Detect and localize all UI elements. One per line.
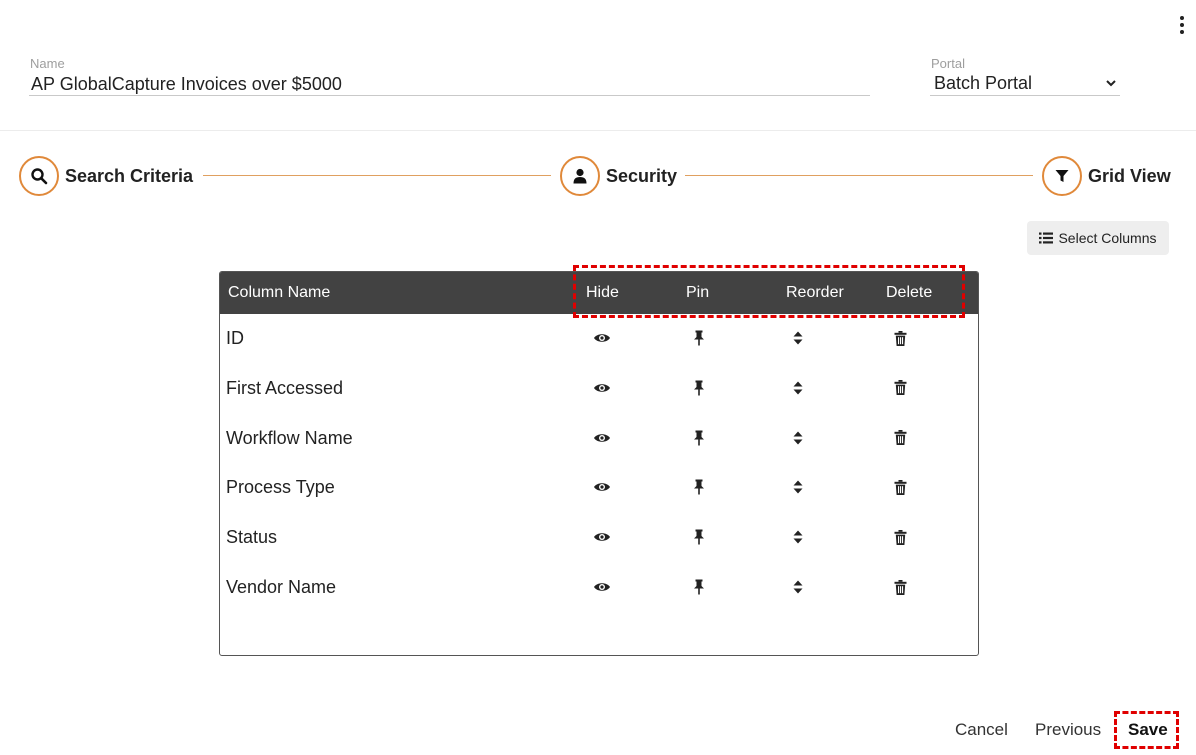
step-connector [685,175,1033,176]
reorder-sort-icon[interactable] [788,428,808,448]
header-reorder: Reorder [786,284,844,301]
header-column-name: Column Name [228,284,331,301]
cancel-button[interactable]: Cancel [955,720,1008,740]
column-name-cell: Workflow Name [226,427,353,448]
table-row: ID [220,314,978,364]
portal-selected-value: Batch Portal [934,73,1033,93]
step-grid-view[interactable]: Grid View [1042,156,1171,196]
hide-toggle-eye-icon[interactable] [592,577,612,597]
step-label: Grid View [1088,165,1171,186]
header-divider [0,130,1196,131]
table-row: Workflow Name [220,414,978,464]
portal-select[interactable]: Batch Portal [930,73,1120,96]
pin-icon[interactable] [689,328,709,348]
reorder-sort-icon[interactable] [788,328,808,348]
save-button[interactable]: Save [1128,720,1168,740]
filter-icon [1042,156,1082,196]
grid-header: Column Name Hide Pin Reorder Delete [220,272,978,314]
table-row: Status [220,513,978,563]
previous-button[interactable]: Previous [1035,720,1101,740]
pin-icon[interactable] [689,477,709,497]
delete-trash-icon[interactable] [890,527,910,547]
hide-toggle-eye-icon[interactable] [592,527,612,547]
step-label: Search Criteria [65,165,194,186]
pin-icon[interactable] [689,378,709,398]
hide-toggle-eye-icon[interactable] [592,428,612,448]
delete-trash-icon[interactable] [890,428,910,448]
header-pin: Pin [686,284,710,301]
user-icon [560,156,600,196]
chevron-down-icon [1106,80,1116,87]
hide-toggle-eye-icon[interactable] [592,477,612,497]
name-input[interactable] [29,74,870,96]
more-options-icon[interactable] [1174,14,1190,36]
delete-trash-icon[interactable] [890,328,910,348]
columns-grid: Column Name Hide Pin Reorder Delete ID Fi… [219,271,979,656]
search-icon [19,156,59,196]
select-columns-label: Select Columns [1058,230,1157,246]
select-columns-button[interactable]: Select Columns [1027,221,1169,255]
column-name-cell: Status [226,527,278,548]
hide-toggle-eye-icon[interactable] [592,378,612,398]
reorder-sort-icon[interactable] [788,527,808,547]
pin-icon[interactable] [689,577,709,597]
step-search-criteria[interactable]: Search Criteria [19,156,193,196]
column-name-cell: Vendor Name [226,577,337,597]
reorder-sort-icon[interactable] [788,477,808,497]
table-row: Process Type [220,463,978,513]
reorder-sort-icon[interactable] [788,378,808,398]
reorder-sort-icon[interactable] [788,577,808,597]
header-delete: Delete [886,284,933,301]
step-connector [203,175,551,176]
column-name-cell: Process Type [226,477,335,498]
name-field-label: Name [30,56,65,71]
step-security[interactable]: Security [560,156,677,196]
column-name-cell: ID [226,328,244,348]
column-name-cell: First Accessed [226,377,344,398]
portal-field-label: Portal [931,56,965,71]
pin-icon[interactable] [689,428,709,448]
header-hide: Hide [586,284,619,301]
delete-trash-icon[interactable] [890,577,910,597]
table-row: First Accessed [220,364,978,414]
hide-toggle-eye-icon[interactable] [592,328,612,348]
step-label: Security [606,165,678,186]
delete-trash-icon[interactable] [890,378,910,398]
table-row: Vendor Name [220,563,978,613]
list-icon [1039,232,1054,244]
pin-icon[interactable] [689,527,709,547]
delete-trash-icon[interactable] [890,477,910,497]
